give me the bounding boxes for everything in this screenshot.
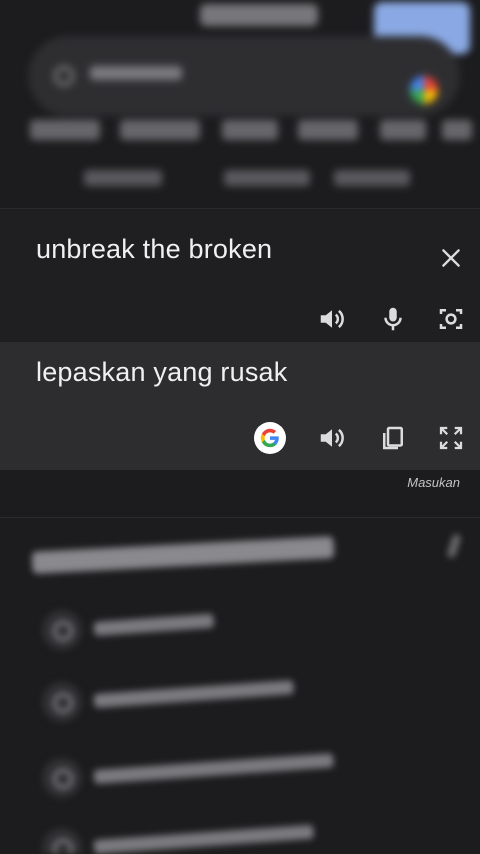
search-icon — [42, 610, 82, 650]
tool-chip[interactable] — [224, 170, 310, 186]
related-search-text — [93, 613, 215, 636]
translation-result-panel: lepaskan yang rusak — [0, 342, 480, 470]
search-icon — [42, 682, 82, 722]
related-search-item[interactable] — [30, 744, 410, 814]
speaker-icon[interactable] — [317, 423, 347, 453]
feedback-row: Masukan — [0, 470, 480, 518]
tool-chip[interactable] — [334, 170, 410, 186]
filter-chip[interactable] — [380, 120, 426, 140]
blurred-related-searches — [0, 518, 480, 854]
copy-icon[interactable] — [378, 423, 408, 453]
speaker-icon[interactable] — [317, 304, 347, 334]
search-query — [90, 66, 182, 80]
related-search-item[interactable] — [30, 814, 410, 854]
close-icon[interactable] — [438, 245, 464, 271]
translation-source-panel: unbreak the broken — [0, 208, 480, 342]
microphone-icon[interactable] — [378, 304, 408, 334]
filter-chip[interactable] — [30, 120, 100, 140]
translated-text[interactable]: lepaskan yang rusak — [36, 357, 287, 388]
search-icon — [42, 828, 82, 854]
edit-icon[interactable] — [446, 533, 462, 559]
filter-chip[interactable] — [120, 120, 200, 140]
related-search-item[interactable] — [30, 668, 410, 738]
feedback-link[interactable]: Masukan — [407, 475, 460, 490]
filter-chip[interactable] — [442, 120, 472, 140]
camera-icon[interactable] — [436, 304, 466, 334]
section-title — [31, 536, 335, 574]
filter-chip[interactable] — [222, 120, 278, 140]
fullscreen-icon[interactable] — [436, 423, 466, 453]
search-icon — [42, 758, 82, 798]
related-search-item[interactable] — [30, 596, 410, 666]
google-logo — [200, 4, 318, 26]
lens-icon[interactable] — [410, 76, 438, 104]
filter-chip[interactable] — [298, 120, 358, 140]
blurred-search-header — [0, 0, 480, 210]
tool-chip[interactable] — [84, 170, 162, 186]
google-logo-icon[interactable] — [254, 422, 286, 454]
related-search-text — [93, 680, 295, 708]
source-text[interactable]: unbreak the broken — [36, 234, 272, 265]
search-icon — [54, 66, 74, 86]
related-search-text — [93, 753, 334, 784]
search-bar[interactable] — [28, 36, 460, 116]
related-search-text — [93, 824, 314, 854]
